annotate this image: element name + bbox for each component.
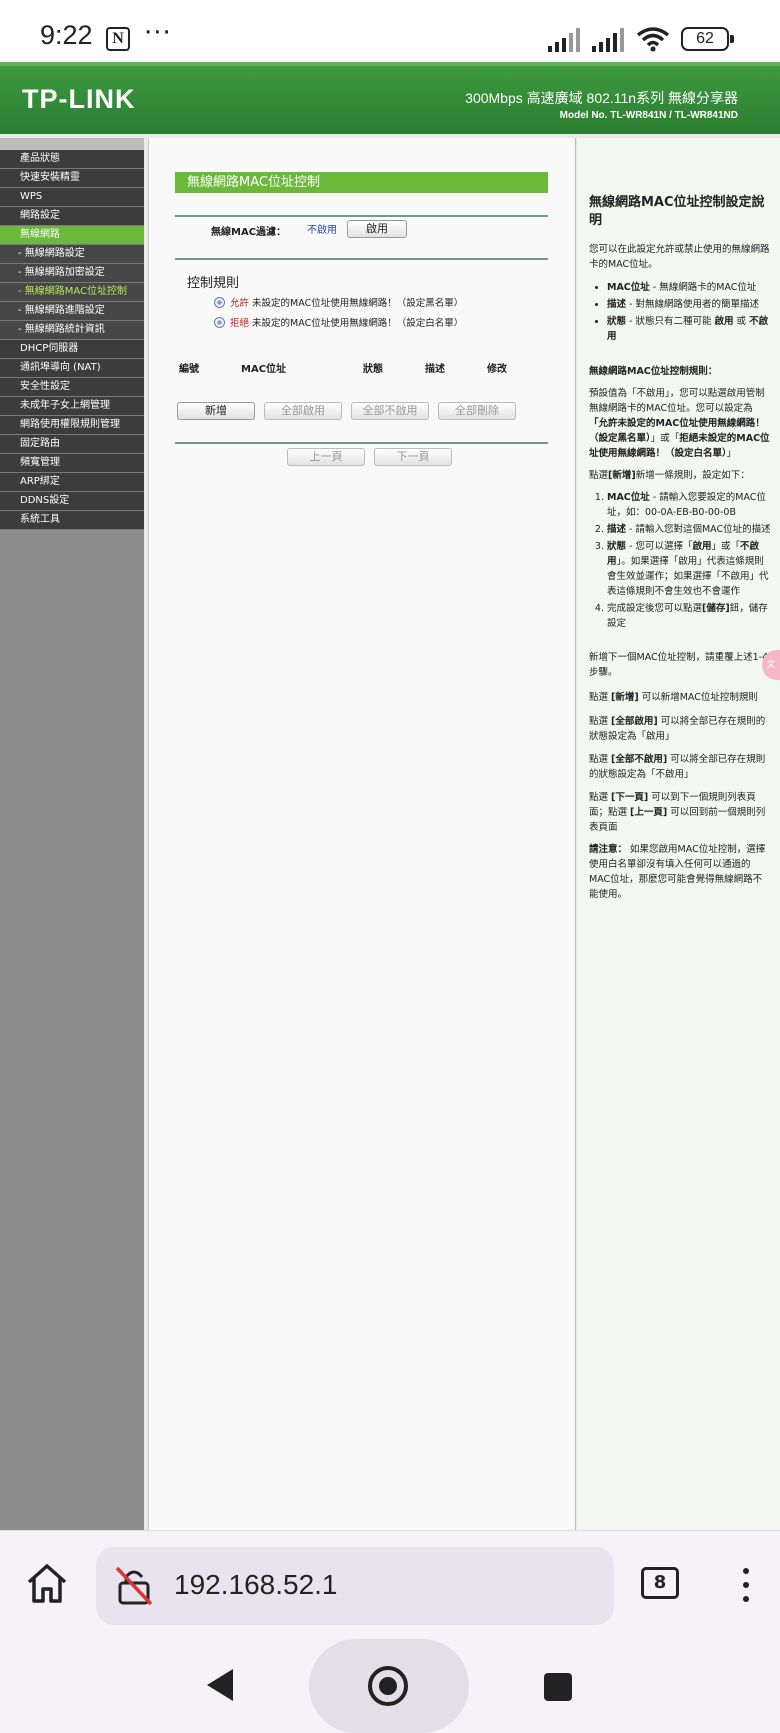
help-bullet: 描述 - 對無線網路使用者的簡單描述 <box>607 297 771 312</box>
home-icon[interactable] <box>24 1561 70 1607</box>
header-title: 300Mbps 高速廣域 802.11n系列 無線分享器 <box>465 90 738 106</box>
sidebar-item-arp-binding[interactable]: ARP綁定 <box>0 473 144 492</box>
notion-app-icon: N <box>106 27 130 51</box>
sidebar-item-wireless-stats[interactable]: - 無線網路統計資訊 <box>0 321 144 340</box>
divider <box>175 215 548 217</box>
help-add-intro: 點選[新增]新增一條規則，設定如下： <box>589 470 750 481</box>
help-panel: 無線網路MAC位址控制設定說明 您可以在此設定允許或禁止使用的無線網路卡的MAC… <box>577 138 780 1530</box>
help-bullet: MAC位址 - 無線網路卡的MAC位址 <box>607 280 771 295</box>
deny-radio[interactable] <box>214 317 225 328</box>
deny-text: 未設定的MAC位址使用無線網路！（設定白名單） <box>249 318 464 329</box>
help-step: 描述 - 請輸入您對這個MAC位址的描述 <box>607 522 771 537</box>
signal-icon-2 <box>592 28 624 52</box>
help-rules-text: 預設值為「不啟用」，您可以點選啟用管制無線網路卡的MAC位址。您可以設定為「允許… <box>589 388 770 459</box>
enable-all-button[interactable]: 全部啟用 <box>264 402 342 420</box>
battery-icon: 62 <box>681 27 734 51</box>
delete-all-button[interactable]: 全部刪除 <box>438 402 516 420</box>
sidebar-item-access-control[interactable]: 網路使用權限規則管理 <box>0 416 144 435</box>
help-note: 請注意： 如果您啟用MAC位址控制，選擇使用白名單卻沒有填入任何可以通過的MAC… <box>589 844 766 900</box>
allow-word: 允許 <box>230 298 250 309</box>
signal-icon <box>548 28 580 52</box>
help-add: 點選 [新增] 可以新增MAC位址控制規則 <box>589 692 758 703</box>
status-bar: 9:22 N ··· 62 <box>0 0 780 62</box>
sidebar-item-wireless-mac-filter[interactable]: - 無線網路MAC位址控制 <box>0 283 144 302</box>
home-button[interactable] <box>309 1639 469 1733</box>
help-field-list: MAC位址 - 無線網路卡的MAC位址 描述 - 對無線網路使用者的簡單描述 狀… <box>589 280 771 346</box>
help-steps: MAC位址 - 請輸入您要設定的MAC位址，如：00-0A-EB-B0-00-0… <box>589 490 771 633</box>
recents-icon[interactable] <box>544 1673 572 1701</box>
page-body: 產品狀態 快速安裝精靈 WPS 網路設定 無線網路 - 無線網路設定 - 無線網… <box>0 134 780 1530</box>
sidebar-item-network[interactable]: 網路設定 <box>0 207 144 226</box>
sidebar-item-wireless-settings[interactable]: - 無線網路設定 <box>0 245 144 264</box>
sidebar: 產品狀態 快速安裝精靈 WPS 網路設定 無線網路 - 無線網路設定 - 無線網… <box>0 138 144 1530</box>
help-disable-all: 點選 [全部不啟用] 可以將全部已存在規則的狀態設定為「不啟用」 <box>589 754 766 780</box>
allow-option-label: 允許 未設定的MAC位址使用無線網路！（設定黑名單） <box>230 295 463 309</box>
help-bullet: 狀態 - 狀態只有二種可能 啟用 或 不啟用 <box>607 314 771 344</box>
next-page-button[interactable]: 下一頁 <box>374 448 452 466</box>
column-header-id: 編號 <box>179 364 199 375</box>
sidebar-item-wireless-security[interactable]: - 無線網路加密設定 <box>0 264 144 283</box>
address-bar[interactable]: 192.168.52.1 <box>96 1547 614 1625</box>
back-icon[interactable] <box>205 1667 235 1703</box>
deny-word: 拒絕 <box>230 318 250 329</box>
section-title: 無線網路MAC位址控制 <box>175 172 548 193</box>
more-notifications-icon: ··· <box>144 18 172 48</box>
sidebar-item-ddns[interactable]: DDNS設定 <box>0 492 144 511</box>
divider <box>175 442 548 444</box>
clock: 9:22 <box>40 20 93 50</box>
rules-title: 控制規則 <box>187 276 240 291</box>
mac-filter-label: 無線MAC過濾： <box>211 227 287 238</box>
model-number: Model No. TL-WR841N / TL-WR841ND <box>559 110 738 121</box>
help-paging: 點選 [下一頁] 可以到下一個規則列表頁面；點選 [上一頁] 可以回到前一個規則… <box>589 792 766 833</box>
allow-radio[interactable] <box>214 297 225 308</box>
disable-all-button[interactable]: 全部不啟用 <box>351 402 429 420</box>
sidebar-item-system-tools[interactable]: 系統工具 <box>0 511 144 530</box>
tab-switcher-button[interactable]: 8 <box>641 1567 679 1599</box>
help-repeat: 新增下一個MAC位址控制，請重覆上述1-4步驟。 <box>589 652 769 678</box>
prev-page-button[interactable]: 上一頁 <box>287 448 365 466</box>
help-enable-all: 點選 [全部啟用] 可以將全部已存在規則的狀態設定為「啟用」 <box>589 716 766 742</box>
wifi-icon <box>636 27 670 52</box>
allow-text: 未設定的MAC位址使用無線網路！（設定黑名單） <box>249 298 464 309</box>
overflow-menu-icon[interactable] <box>738 1565 754 1605</box>
tp-link-logo: TP-LINK <box>22 84 136 114</box>
add-button[interactable]: 新增 <box>177 402 255 420</box>
help-step: 完成設定後您可以點選[儲存]鈕，儲存設定 <box>607 601 771 631</box>
sidebar-item-status[interactable]: 產品狀態 <box>0 150 144 169</box>
column-header-status: 狀態 <box>363 364 383 375</box>
help-step: MAC位址 - 請輸入您要設定的MAC位址，如：00-0A-EB-B0-00-0… <box>607 490 771 520</box>
help-rules-heading: 無線網路MAC位址控制規則： <box>589 366 718 377</box>
sidebar-item-static-routing[interactable]: 固定路由 <box>0 435 144 454</box>
sidebar-item-quick-setup[interactable]: 快速安裝精靈 <box>0 169 144 188</box>
sidebar-item-dhcp[interactable]: DHCP伺服器 <box>0 340 144 359</box>
home-circle-icon <box>368 1666 408 1706</box>
help-intro: 您可以在此設定允許或禁止使用的無線網路卡的MAC位址。 <box>589 244 770 270</box>
not-secure-lock-icon[interactable] <box>114 1565 154 1607</box>
help-title: 無線網路MAC位址控制設定說明 <box>589 195 765 228</box>
sidebar-item-security[interactable]: 安全性設定 <box>0 378 144 397</box>
sidebar-item-wireless-advanced[interactable]: - 無線網路進階設定 <box>0 302 144 321</box>
url-text: 192.168.52.1 <box>174 1569 338 1600</box>
main-panel: 無線網路MAC位址控制 無線MAC過濾： 不啟用 啟用 控制規則 允許 未設定的… <box>148 138 576 1530</box>
sidebar-item-bandwidth[interactable]: 頻寬管理 <box>0 454 144 473</box>
deny-option-label: 拒絕 未設定的MAC位址使用無線網路！（設定白名單） <box>230 315 463 329</box>
help-step: 狀態 - 您可以選擇「啟用」或「不啟用」。如果選擇「啟用」代表這條規則會生效並運… <box>607 539 771 599</box>
sidebar-item-wps[interactable]: WPS <box>0 188 144 207</box>
system-navigation <box>0 1635 780 1733</box>
mac-filter-status: 不啟用 <box>307 225 337 236</box>
sidebar-item-parental-control[interactable]: 未成年子女上網管理 <box>0 397 144 416</box>
column-header-modify: 修改 <box>487 364 507 375</box>
column-header-mac: MAC位址 <box>241 364 287 375</box>
column-header-description: 描述 <box>425 364 445 375</box>
sidebar-item-nat[interactable]: 通訊埠導向 (NAT) <box>0 359 144 378</box>
router-header: TP-LINK 300Mbps 高速廣域 802.11n系列 無線分享器 Mod… <box>0 62 780 134</box>
browser-toolbar: 192.168.52.1 8 <box>0 1530 780 1635</box>
divider <box>175 258 548 260</box>
enable-button[interactable]: 啟用 <box>347 220 407 238</box>
sidebar-item-wireless[interactable]: 無線網路 <box>0 226 144 245</box>
